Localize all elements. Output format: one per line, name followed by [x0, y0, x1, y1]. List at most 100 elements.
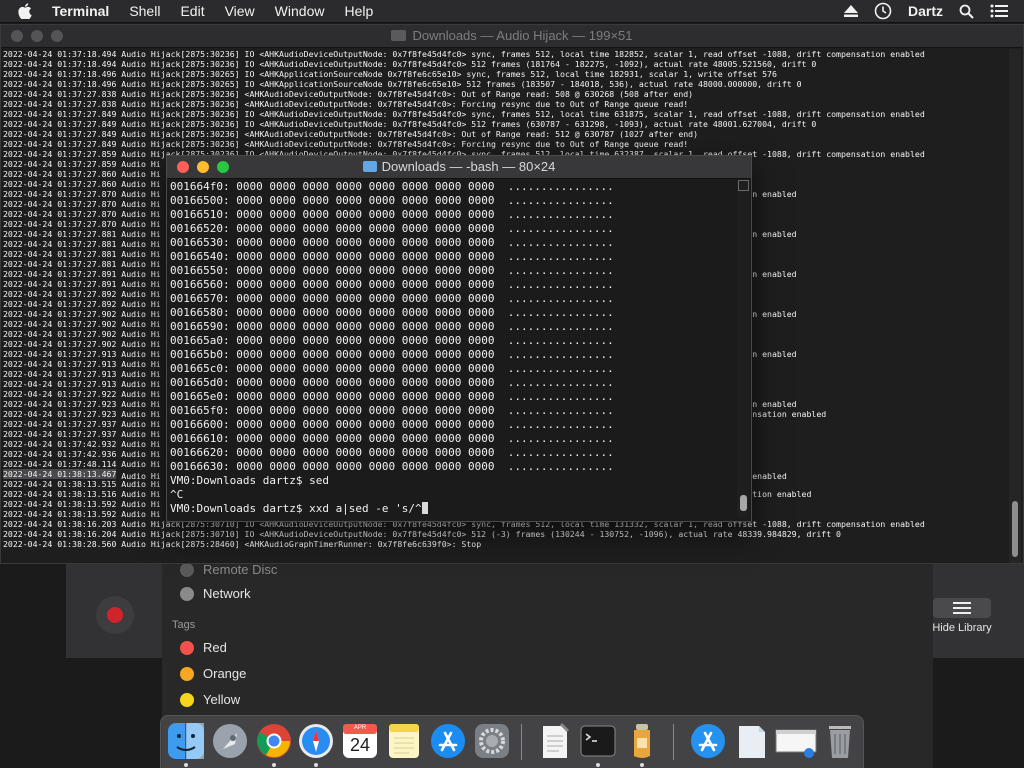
menu-shell[interactable]: Shell [129, 3, 160, 19]
running-indicator [314, 763, 318, 767]
disc-icon [180, 562, 194, 577]
system-preferences-icon[interactable] [473, 722, 511, 760]
log-line: 2022-04-24 01:37:27.838 Audio Hijack[287… [3, 99, 689, 109]
screenshot-icon[interactable] [775, 722, 817, 760]
sidebar-item-remote-disc[interactable]: Remote Disc [180, 562, 277, 577]
terminal-output[interactable]: 001664f0: 0000 0000 0000 0000 0000 0000 … [170, 180, 735, 519]
hexdump-row: 00166560: 0000 0000 0000 0000 0000 0000 … [170, 278, 614, 291]
scrollbar-thumb[interactable] [1012, 501, 1018, 557]
hexdump-row: 00166500: 0000 0000 0000 0000 0000 0000 … [170, 194, 614, 207]
sidebar-item-label: Orange [203, 666, 247, 681]
hexdump-row: 001665b0: 0000 0000 0000 0000 0000 0000 … [170, 348, 614, 361]
sidebar-item-tag-yellow[interactable]: Yellow [180, 692, 240, 707]
app-store-icon[interactable] [429, 722, 467, 760]
log-line: 2022-04-24 01:37:27.849 Audio Hijack[287… [3, 129, 699, 139]
log-line: 2022-04-24 01:37:27.849 Audio Hijack[287… [3, 109, 925, 119]
hexdump-row: 001665c0: 0000 0000 0000 0000 0000 0000 … [170, 362, 614, 375]
tag-color-dot-icon [180, 640, 194, 655]
menu-view[interactable]: View [225, 3, 255, 19]
log-line: 2022-04-24 01:37:27.849 Audio Hijack[287… [3, 119, 817, 129]
hexdump-row: 001665f0: 0000 0000 0000 0000 0000 0000 … [170, 404, 614, 417]
calendar-day: 24 [349, 735, 371, 755]
notification-center-icon[interactable] [990, 4, 1008, 18]
app-store-folder-icon[interactable] [689, 722, 727, 760]
window-title: Downloads — Audio Hijack — 199×51 [1, 25, 1023, 47]
running-indicator [596, 763, 600, 767]
scrollbar[interactable] [1009, 49, 1021, 563]
hexdump-row: 001665e0: 0000 0000 0000 0000 0000 0000 … [170, 390, 614, 403]
scrollbar-thumb[interactable] [740, 495, 747, 511]
launchpad-icon[interactable] [211, 722, 249, 760]
safari-icon[interactable] [297, 722, 335, 760]
hexdump-row: 00166620: 0000 0000 0000 0000 0000 0000 … [170, 446, 614, 459]
terminal-line: VM0:Downloads dartz$ sed [170, 474, 735, 488]
record-icon [107, 607, 123, 623]
finder-icon[interactable] [167, 722, 205, 760]
window-title: Downloads — -bash — 80×24 [167, 156, 751, 178]
folder-icon [391, 30, 407, 41]
apple-menu-icon[interactable] [18, 3, 38, 19]
tag-color-dot-icon [180, 666, 194, 681]
eject-icon[interactable] [843, 5, 858, 17]
sidebar-item-network[interactable]: Network [180, 586, 251, 601]
chrome-icon[interactable] [255, 722, 293, 760]
window-title-text: Downloads — -bash — 80×24 [381, 159, 556, 174]
audio-hijack-icon[interactable] [623, 722, 661, 760]
terminal-window-bash: Downloads — -bash — 80×24 001664f0: 0000… [166, 155, 752, 522]
folder-icon [362, 161, 377, 172]
menu-edit[interactable]: Edit [180, 3, 204, 19]
menu-help[interactable]: Help [344, 3, 373, 19]
window-titlebar[interactable]: Downloads — -bash — 80×24 [167, 156, 751, 179]
calendar-month: APR [353, 725, 367, 731]
hexdump-row: 00166590: 0000 0000 0000 0000 0000 0000 … [170, 320, 614, 333]
documents-folder-icon[interactable] [733, 722, 771, 760]
terminal-icon[interactable] [579, 722, 617, 760]
record-button[interactable] [96, 596, 134, 634]
log-line: 2022-04-24 01:37:18.496 Audio Hijack[287… [3, 69, 777, 79]
hexdump-row: 00166550: 0000 0000 0000 0000 0000 0000 … [170, 264, 614, 277]
hexdump-row: 00166570: 0000 0000 0000 0000 0000 0000 … [170, 292, 614, 305]
window-title-text: Downloads — Audio Hijack — 199×51 [412, 28, 633, 43]
log-line: 2022-04-24 01:37:27.849 Audio Hijack[287… [3, 139, 689, 149]
log-line: 2022-04-24 01:38:16.204 Audio Hijack[287… [3, 529, 841, 539]
network-globe-icon [180, 586, 194, 601]
hexdump-row: 00166520: 0000 0000 0000 0000 0000 0000 … [170, 222, 614, 235]
window-titlebar[interactable]: Downloads — Audio Hijack — 199×51 [1, 25, 1023, 48]
hexdump-row: 00166510: 0000 0000 0000 0000 0000 0000 … [170, 208, 614, 221]
hexdump-row: 00166580: 0000 0000 0000 0000 0000 0000 … [170, 306, 614, 319]
running-indicator [184, 763, 188, 767]
menu-bar: Terminal Shell Edit View Window Help Dar… [0, 0, 1024, 23]
menu-terminal[interactable]: Terminal [52, 3, 109, 19]
scrollbar[interactable] [737, 180, 749, 517]
sidebar-section-tags: Tags [172, 619, 196, 631]
hexdump-row: 00166600: 0000 0000 0000 0000 0000 0000 … [170, 418, 614, 431]
dock-separator [521, 724, 522, 760]
hexdump-row: 001665d0: 0000 0000 0000 0000 0000 0000 … [170, 376, 614, 389]
log-line: 2022-04-24 01:37:18.494 Audio Hijack[287… [3, 49, 925, 59]
text-cursor [421, 502, 428, 514]
scroll-up-icon[interactable] [738, 180, 749, 191]
notes-icon[interactable] [385, 722, 423, 760]
hide-library-label: Hide Library [932, 622, 992, 634]
trash-icon[interactable] [821, 722, 859, 760]
calendar-icon[interactable]: APR 24 [341, 722, 379, 760]
textedit-icon[interactable] [535, 722, 573, 760]
tag-color-dot-icon [180, 692, 194, 707]
sidebar-item-tag-red[interactable]: Red [180, 640, 227, 655]
hexdump-row: 001664f0: 0000 0000 0000 0000 0000 0000 … [170, 180, 614, 193]
hexdump-row: 00166530: 0000 0000 0000 0000 0000 0000 … [170, 236, 614, 249]
terminal-line-text: VM0:Downloads dartz$ sed [170, 474, 329, 487]
running-indicator [640, 763, 644, 767]
hexdump-row: 00166630: 0000 0000 0000 0000 0000 0000 … [170, 460, 614, 473]
dock: APR 24 [160, 715, 864, 768]
sidebar-item-label: Network [203, 586, 251, 601]
sidebar-item-label: Remote Disc [203, 562, 278, 577]
sidebar-item-tag-orange[interactable]: Orange [180, 666, 246, 681]
hide-library-button[interactable]: Hide Library [932, 598, 992, 634]
time-machine-icon[interactable] [874, 2, 892, 20]
log-line: 2022-04-24 01:37:18.496 Audio Hijack[287… [3, 79, 802, 89]
user-name[interactable]: Dartz [908, 3, 943, 19]
menu-window[interactable]: Window [275, 3, 325, 19]
spotlight-search-icon[interactable] [959, 4, 974, 19]
